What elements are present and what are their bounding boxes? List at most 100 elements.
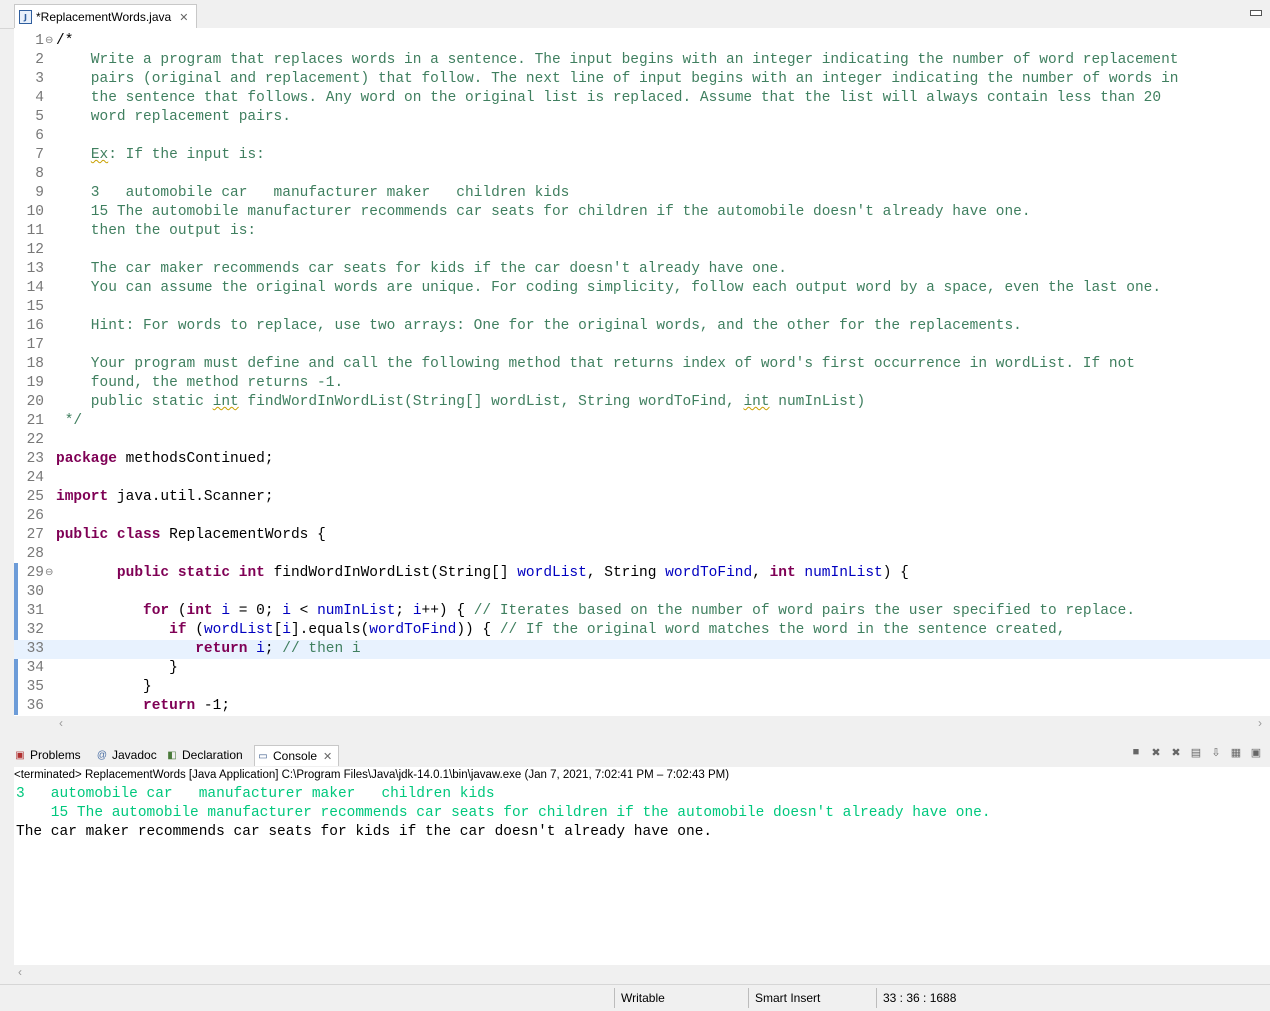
line-number: 36: [26, 698, 44, 714]
code-token: ) {: [882, 565, 909, 581]
code-line[interactable]: 5 word replacement pairs.: [14, 108, 1270, 127]
code-token: public static: [56, 394, 213, 410]
code-line[interactable]: 28: [14, 545, 1270, 564]
remove-launch-icon[interactable]: ✖: [1148, 744, 1164, 760]
code-line[interactable]: 22: [14, 431, 1270, 450]
fold-collapse-icon[interactable]: ⊖: [45, 564, 53, 583]
tab-declaration[interactable]: ◧ Declaration: [166, 745, 242, 765]
line-number: 7: [35, 147, 44, 163]
pin-console-icon[interactable]: ▦: [1228, 744, 1244, 760]
code-line[interactable]: 25 import java.util.Scanner;: [14, 488, 1270, 507]
code-text: The car maker recommends car seats for k…: [56, 260, 787, 279]
code-line[interactable]: 14 You can assume the original words are…: [14, 279, 1270, 298]
line-number: 1: [35, 33, 44, 49]
code-line[interactable]: 34 }: [14, 659, 1270, 678]
code-token: // If the original word matches the word…: [499, 622, 1066, 638]
code-line[interactable]: 20 public static int findWordInWordList(…: [14, 393, 1270, 412]
line-number: 13: [26, 261, 44, 277]
code-line[interactable]: 35 }: [14, 678, 1270, 697]
code-text: return -1;: [56, 697, 230, 716]
close-icon[interactable]: ✕: [323, 750, 332, 763]
clear-console-icon[interactable]: ▤: [1188, 744, 1204, 760]
code-line[interactable]: 36 return -1;: [14, 697, 1270, 716]
line-number: 8: [35, 166, 44, 182]
code-token: <: [290, 603, 318, 619]
line-number: 6: [35, 128, 44, 144]
code-token: findWordInWordList(String[] wordList, St…: [238, 394, 744, 410]
code-line[interactable]: 10 15 The automobile manufacturer recomm…: [14, 203, 1270, 222]
line-number: 9: [35, 185, 44, 201]
tab-javadoc[interactable]: @ Javadoc: [96, 745, 157, 765]
code-text: 15 The automobile manufacturer recommend…: [56, 203, 1031, 222]
code-token: i: [221, 603, 231, 619]
code-line[interactable]: 6: [14, 127, 1270, 146]
editor-horizontal-scrollbar[interactable]: ‹ ›: [14, 716, 1270, 732]
code-line[interactable]: 21 */: [14, 412, 1270, 431]
code-token: methodsContinued;: [116, 451, 274, 467]
code-text: then the output is:: [56, 222, 256, 241]
code-line[interactable]: 3 pairs (original and replacement) that …: [14, 70, 1270, 89]
code-line[interactable]: 26: [14, 507, 1270, 526]
line-number: 29: [26, 565, 44, 581]
line-number: 34: [26, 660, 44, 676]
code-line[interactable]: 7 Ex: If the input is:: [14, 146, 1270, 165]
code-token: the sentence that follows. Any word on t…: [56, 90, 1162, 106]
minimize-icon[interactable]: [1250, 10, 1262, 16]
line-number: 4: [35, 90, 44, 106]
code-line[interactable]: 17: [14, 336, 1270, 355]
code-lines[interactable]: 1 ⊖/* 2 Write a program that replaces word…: [14, 28, 1270, 716]
code-editor[interactable]: 1 ⊖/* 2 Write a program that replaces word…: [14, 28, 1270, 716]
code-line[interactable]: 19 found, the method returns -1.: [14, 374, 1270, 393]
tab-console[interactable]: ▭ Console ✕: [254, 745, 340, 766]
console-toolbar: ■ ✖ ✖ ▤ ⇩ ▦ ▣: [1128, 744, 1264, 760]
code-line[interactable]: 9 3 automobile car manufacturer maker ch…: [14, 184, 1270, 203]
code-token: int: [769, 565, 796, 581]
scroll-left-icon[interactable]: ‹: [59, 716, 63, 730]
code-line[interactable]: 15: [14, 298, 1270, 317]
console-horizontal-scrollbar[interactable]: ‹: [14, 965, 1270, 981]
code-line[interactable]: 11 then the output is:: [14, 222, 1270, 241]
code-line[interactable]: 13 The car maker recommends car seats fo…: [14, 260, 1270, 279]
status-bar: Writable Smart Insert 33 : 36 : 1688: [0, 984, 1270, 1011]
code-line[interactable]: 8: [14, 165, 1270, 184]
code-token: findWordInWordList(String[]: [264, 565, 518, 581]
code-token: return: [143, 698, 196, 714]
code-token: i: [282, 603, 291, 619]
scroll-right-icon[interactable]: ›: [1258, 716, 1262, 730]
code-line[interactable]: 27 public class ReplacementWords {: [14, 526, 1270, 545]
code-text: import java.util.Scanner;: [56, 488, 274, 507]
line-number: 35: [26, 679, 44, 695]
code-line[interactable]: 12: [14, 241, 1270, 260]
code-token: ;: [395, 603, 413, 619]
scroll-left-icon[interactable]: ‹: [18, 965, 22, 979]
terminate-icon[interactable]: ■: [1128, 744, 1144, 760]
code-line[interactable]: 32 if (wordList[i].equals(wordToFind)) {…: [14, 621, 1270, 640]
code-line[interactable]: 24: [14, 469, 1270, 488]
code-line[interactable]: 33 return i; // then i: [14, 640, 1270, 659]
console-output[interactable]: 3 automobile car manufacturer maker chil…: [14, 785, 1270, 965]
status-writable: Writable: [614, 988, 747, 1008]
code-token: class: [116, 527, 161, 543]
code-line[interactable]: 18 Your program must define and call the…: [14, 355, 1270, 374]
fold-collapse-icon[interactable]: ⊖: [45, 32, 53, 51]
editor-tab[interactable]: J *ReplacementWords.java ✕: [14, 4, 198, 29]
code-text: }: [56, 659, 178, 678]
code-line[interactable]: 4 the sentence that follows. Any word on…: [14, 89, 1270, 108]
code-line[interactable]: 2 Write a program that replaces words in…: [14, 51, 1270, 70]
code-line[interactable]: 30: [14, 583, 1270, 602]
code-line[interactable]: 16 Hint: For words to replace, use two a…: [14, 317, 1270, 336]
code-line[interactable]: 31 for (int i = 0; i < numInList; i++) {…: [14, 602, 1270, 621]
close-icon[interactable]: ✕: [179, 11, 188, 24]
console-output-line: The car maker recommends car seats for k…: [16, 824, 713, 840]
code-line[interactable]: 1 ⊖/*: [14, 32, 1270, 51]
console-launch-header: <terminated> ReplacementWords [Java Appl…: [14, 767, 1270, 786]
code-text: */: [56, 412, 82, 431]
remove-all-terminated-icon[interactable]: ✖: [1168, 744, 1184, 760]
code-line[interactable]: 29 ⊖ public static int findWordInWordList…: [14, 564, 1270, 583]
code-token: */: [56, 413, 83, 429]
display-console-icon[interactable]: ▣: [1248, 744, 1264, 760]
scroll-lock-icon[interactable]: ⇩: [1208, 744, 1224, 760]
tab-problems[interactable]: ▣ Problems: [14, 745, 80, 765]
code-line[interactable]: 23 package methodsContinued;: [14, 450, 1270, 469]
